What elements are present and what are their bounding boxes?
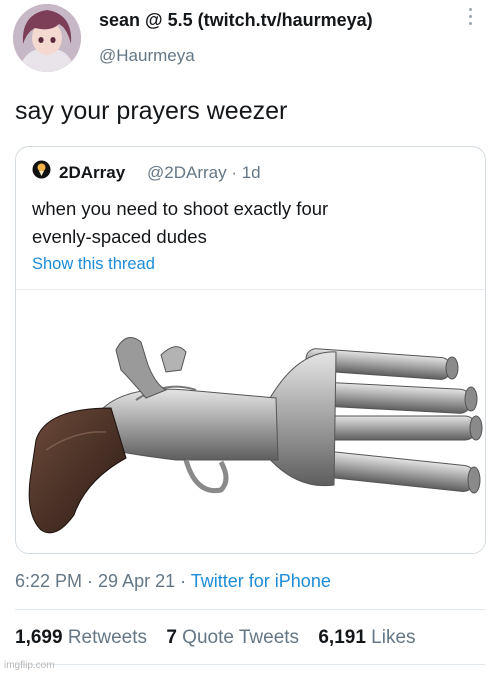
author-handle[interactable]: @Haurmeya bbox=[99, 46, 195, 66]
quote-tweets-count: 7 bbox=[166, 627, 177, 648]
likes-label: Likes bbox=[371, 627, 416, 648]
tweet-date[interactable]: 29 Apr 21 bbox=[98, 571, 175, 591]
divider bbox=[15, 609, 485, 610]
retweets-stat[interactable]: 1,699 Retweets bbox=[15, 627, 147, 648]
tweet-meta: 6:22 PM · 29 Apr 21 · Twitter for iPhone bbox=[15, 571, 331, 591]
avatar[interactable] bbox=[13, 4, 81, 72]
engagement-stats: 1,699 Retweets 7 Quote Tweets 6,191 Like… bbox=[15, 627, 430, 649]
quoted-text-line: when you need to shoot exactly four bbox=[32, 198, 329, 219]
quoted-text-line: evenly-spaced dudes bbox=[32, 226, 207, 247]
quoted-display-name[interactable]: 2DArray bbox=[59, 163, 125, 183]
show-thread-link[interactable]: Show this thread bbox=[32, 255, 155, 274]
watermark: imgflip.com bbox=[4, 660, 55, 671]
quoted-tweet-text: when you need to shoot exactly four even… bbox=[32, 195, 472, 251]
quoted-time: 1d bbox=[241, 163, 261, 182]
divider bbox=[15, 664, 485, 665]
retweets-label: Retweets bbox=[67, 627, 148, 648]
author-display-name[interactable]: sean @ 5.5 (twitch.tv/haurmeya) bbox=[99, 10, 373, 31]
likes-count: 6,191 bbox=[318, 627, 366, 648]
quoted-media-image[interactable] bbox=[16, 289, 485, 553]
quote-tweets-label: Quote Tweets bbox=[182, 627, 300, 648]
retweets-count: 1,699 bbox=[15, 627, 63, 648]
more-options-icon[interactable] bbox=[466, 8, 474, 36]
quote-tweets-stat[interactable]: 7 Quote Tweets bbox=[166, 627, 299, 648]
quoted-handle[interactable]: @2DArray bbox=[147, 163, 227, 182]
quoted-tweet-card[interactable]: 2DArray @2DArray · 1d when you need to s… bbox=[15, 146, 486, 554]
quoted-handle-time: @2DArray · 1d bbox=[147, 163, 261, 182]
quoted-avatar-icon[interactable] bbox=[32, 160, 51, 179]
tweet-source-link[interactable]: Twitter for iPhone bbox=[191, 571, 331, 591]
likes-stat[interactable]: 6,191 Likes bbox=[318, 627, 415, 648]
tweet-time[interactable]: 6:22 PM bbox=[15, 571, 82, 591]
tweet-text: say your prayers weezer bbox=[15, 97, 288, 125]
